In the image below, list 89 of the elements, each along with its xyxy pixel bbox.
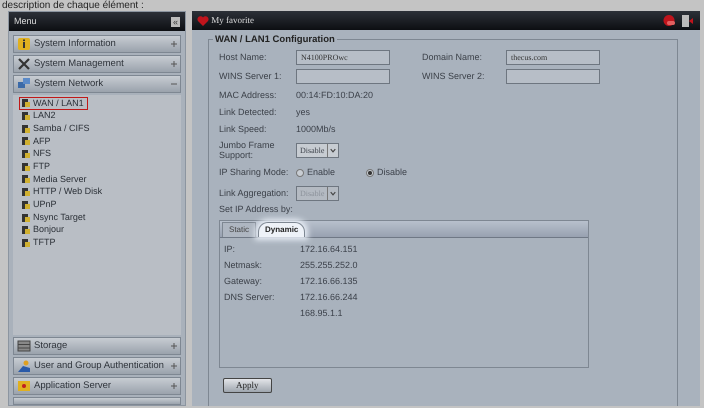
field-value: 172.16.66.244 bbox=[300, 290, 358, 304]
caption-text: description de chaque élément : bbox=[1, 0, 145, 11]
menu-section-label: User and Group Authentication bbox=[34, 358, 165, 373]
menu-section-label: System Information bbox=[34, 36, 117, 51]
field-label: DNS Server: bbox=[224, 290, 276, 304]
menu-section-header[interactable]: Storage bbox=[13, 337, 181, 355]
menu-item[interactable]: UPnP bbox=[19, 198, 61, 212]
menu-item[interactable]: NFS bbox=[19, 148, 55, 160]
expand-icon[interactable] bbox=[171, 41, 177, 47]
field-label: Link Speed: bbox=[219, 122, 268, 136]
menu-section-label: Application Server bbox=[34, 378, 112, 393]
field-label: Link Aggregation: bbox=[219, 186, 290, 200]
tab[interactable]: Static bbox=[222, 222, 256, 236]
device-icon bbox=[21, 225, 31, 236]
collapse-icon[interactable] bbox=[171, 81, 177, 87]
device-icon bbox=[21, 149, 31, 160]
caret-icon bbox=[327, 144, 338, 156]
favorites-title: My favorite bbox=[211, 14, 254, 27]
radio-option[interactable]: Enable bbox=[296, 166, 366, 180]
device-icon bbox=[21, 136, 31, 146]
menu-item[interactable]: Media Server bbox=[19, 173, 91, 186]
field-value: 00:14:FD:10:DA:20 bbox=[296, 88, 374, 102]
info-icon bbox=[17, 37, 31, 51]
device-icon bbox=[21, 238, 31, 248]
menu-item[interactable]: HTTP / Web Disk bbox=[19, 186, 106, 198]
menu-item[interactable]: Samba / CIFS bbox=[19, 122, 94, 136]
device-icon bbox=[21, 200, 31, 210]
expand-icon[interactable] bbox=[171, 363, 177, 369]
menu-section-header[interactable] bbox=[13, 397, 181, 405]
radio-option[interactable]: Disable bbox=[366, 166, 436, 180]
field-value: 172.16.66.135 bbox=[300, 274, 358, 288]
field-label: IP: bbox=[224, 242, 236, 256]
menu-section-header[interactable]: User and Group Authentication bbox=[13, 357, 181, 375]
field-label: Jumbo Frame Support: bbox=[219, 140, 276, 160]
field-label: Set IP Address by: bbox=[219, 203, 294, 216]
menu-section-header[interactable]: System Management bbox=[13, 55, 181, 73]
field-label: WINS Server 2: bbox=[422, 70, 486, 83]
menu-item[interactable]: AFP bbox=[19, 135, 55, 148]
network-icon bbox=[17, 77, 31, 91]
tools-icon bbox=[17, 57, 31, 71]
text-field[interactable] bbox=[296, 69, 390, 84]
field-label: Link Detected: bbox=[219, 106, 278, 119]
field-label: IP Sharing Mode: bbox=[219, 166, 290, 180]
field-value: 172.16.64.151 bbox=[300, 242, 358, 256]
text-field[interactable]: N4100PROwc bbox=[296, 50, 390, 65]
device-icon bbox=[21, 174, 31, 184]
field-label: WINS Server 1: bbox=[219, 70, 283, 83]
menu-section-label: System Management bbox=[34, 56, 125, 71]
expand-icon[interactable] bbox=[171, 61, 177, 67]
users-icon bbox=[17, 359, 31, 373]
expand-icon[interactable] bbox=[171, 383, 177, 389]
menu-title: Menu bbox=[14, 14, 37, 28]
device-icon bbox=[21, 187, 31, 198]
device-icon bbox=[21, 98, 31, 108]
field-label: Gateway: bbox=[224, 274, 264, 288]
device-icon bbox=[21, 212, 31, 223]
menu-section-label: Storage bbox=[34, 338, 68, 353]
field-label: Domain Name: bbox=[422, 50, 484, 64]
menu-item[interactable]: LAN2 bbox=[19, 110, 60, 122]
menu-section-header[interactable]: System Information bbox=[13, 35, 181, 53]
device-icon bbox=[21, 124, 31, 134]
menu-item[interactable]: FTP bbox=[19, 160, 54, 174]
menu-item[interactable]: WAN / LAN1 bbox=[19, 97, 88, 110]
menu-item[interactable]: Nsync Target bbox=[19, 211, 90, 224]
storage-icon bbox=[17, 339, 31, 353]
field-value: 1000Mb/s bbox=[296, 122, 336, 136]
menu-item[interactable]: Bonjour bbox=[19, 224, 68, 237]
caret-icon bbox=[327, 187, 338, 200]
dropdown[interactable]: Disable bbox=[296, 142, 340, 158]
menu-section-header[interactable]: System Network bbox=[13, 75, 181, 93]
expand-icon[interactable] bbox=[171, 343, 177, 349]
device-icon bbox=[21, 111, 31, 122]
apply-button[interactable]: Apply bbox=[223, 378, 272, 392]
menu-item[interactable]: TFTP bbox=[19, 236, 60, 250]
field-label: MAC Address: bbox=[219, 88, 278, 102]
field-label: Host Name: bbox=[219, 50, 268, 64]
collapse-button[interactable]: « bbox=[170, 16, 180, 26]
menu-section-header[interactable]: Application Server bbox=[13, 377, 181, 395]
tab[interactable]: Dynamic bbox=[258, 222, 306, 236]
heart-icon bbox=[197, 16, 209, 26]
field-label: Netmask: bbox=[224, 258, 264, 272]
menu-section-label: System Network bbox=[34, 76, 104, 91]
field-value: 255.255.252.0 bbox=[300, 258, 358, 272]
field-value: yes bbox=[296, 106, 310, 119]
text-field[interactable]: thecus.com bbox=[506, 50, 600, 65]
device-icon bbox=[21, 162, 31, 172]
field-value: 168.95.1.1 bbox=[300, 306, 343, 320]
logout-icon[interactable] bbox=[680, 14, 693, 28]
text-field[interactable] bbox=[506, 69, 600, 84]
